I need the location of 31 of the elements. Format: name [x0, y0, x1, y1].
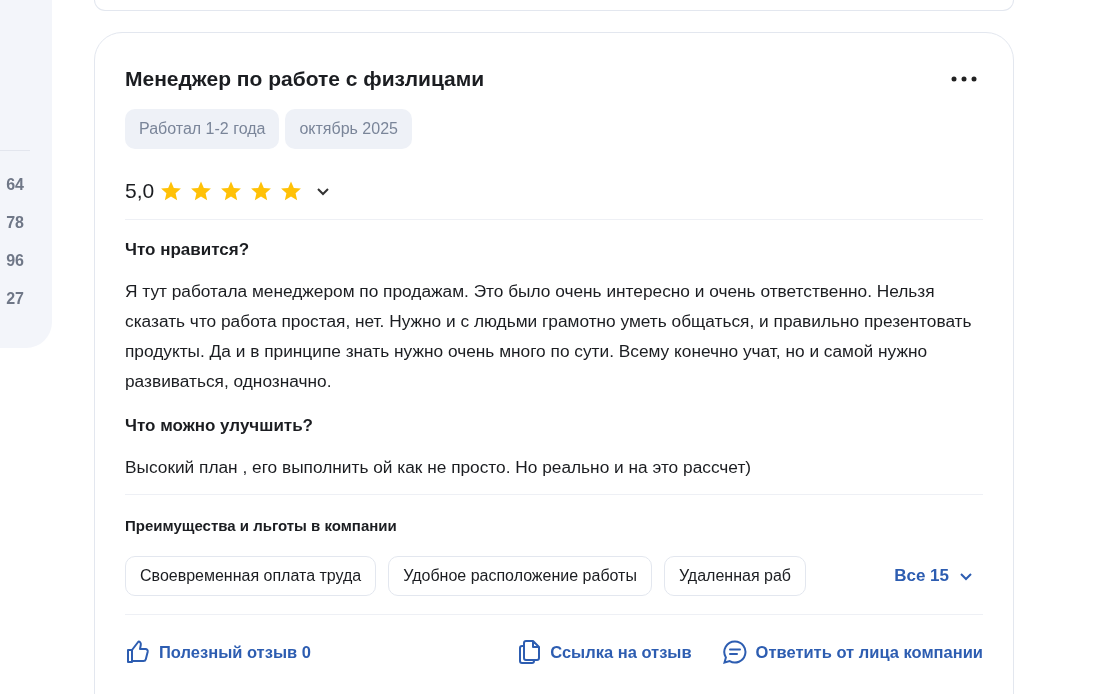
- tag: Работал 1-2 года: [125, 109, 280, 149]
- action-link[interactable]: Ответить от лица компании: [721, 639, 983, 665]
- stat-count: 64: [6, 175, 25, 195]
- stat-count: 78: [6, 213, 25, 233]
- review-text: Высокий план , его выполнить ой как не просто. Но реально и на это рассчет): [125, 456, 753, 479]
- review-title: Менеджер по работе с физлицами: [125, 67, 485, 91]
- star-icon: [190, 180, 213, 202]
- benefit-chip: Удобное расположение работы: [388, 556, 652, 596]
- show-all-button[interactable]: Все 15: [890, 562, 977, 590]
- stat-count: 27: [6, 289, 25, 309]
- section-heading: Что можно улучшить?: [125, 416, 314, 436]
- benefit-chip: Удаленная раб: [663, 556, 806, 596]
- chat-bubble-icon: [721, 639, 748, 665]
- review-text: Я тут работала менеджером по продажам. Это было очень интересно и очень ответственно. Нельзя сказать что работа простая, нет. Нужно и с людьми грамотно уметь общаться, и правильно презентовать продукты. Да и в принципе знать нужно очень много по сути. Всему конечно учат, но и самой нужно развиваться, однозначно.: [125, 280, 973, 393]
- stat-count: 96: [6, 251, 25, 271]
- action-link[interactable]: Ссылка на отзыв: [518, 639, 692, 665]
- copy-icon: [518, 639, 543, 665]
- thumbs-up-icon: [125, 639, 151, 665]
- rating-value: 5,0: [125, 179, 155, 203]
- star-icon: [220, 180, 243, 202]
- star-icon: [160, 180, 183, 202]
- star-icon: [250, 180, 273, 202]
- benefit-chip: Своевременная оплата труда: [125, 556, 377, 596]
- more-icon[interactable]: [951, 76, 977, 82]
- section-heading: Что нравится?: [125, 240, 251, 260]
- chevron-down-icon[interactable]: [316, 186, 331, 196]
- benefits-heading: Преимущества и льготы в компании: [125, 517, 398, 534]
- star-icon: [280, 180, 303, 202]
- chevron-down-icon: [959, 571, 973, 581]
- tag: октябрь 2025: [285, 109, 412, 149]
- action-link[interactable]: Полезный отзыв 0: [125, 639, 311, 665]
